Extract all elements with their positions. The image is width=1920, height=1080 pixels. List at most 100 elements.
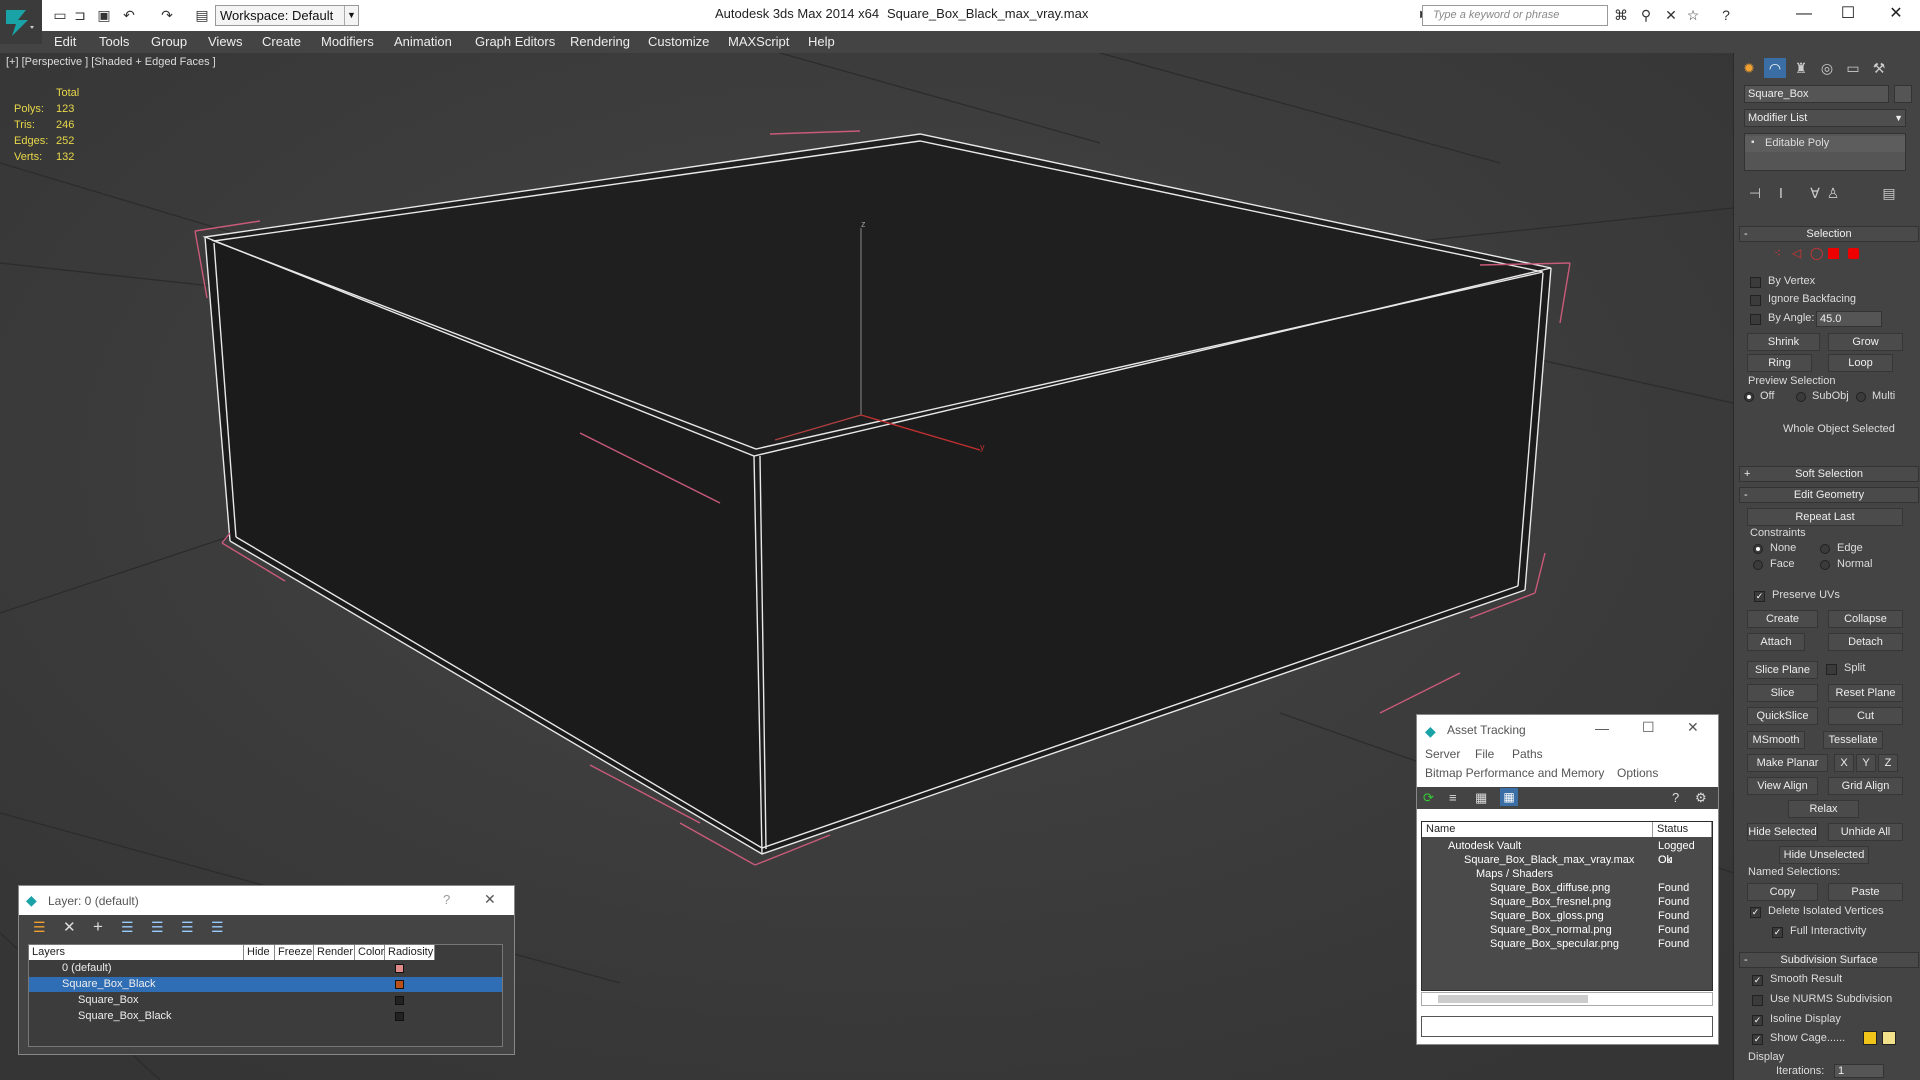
asset-menu-paths[interactable]: Paths: [1512, 747, 1543, 761]
unhide-all-button[interactable]: Unhide All: [1828, 823, 1903, 841]
grid-align-button[interactable]: Grid Align: [1828, 777, 1903, 795]
refresh-icon[interactable]: ⟳: [1423, 790, 1434, 806]
planar-z-button[interactable]: Z: [1878, 754, 1898, 772]
layer-row[interactable]: 0 (default): [29, 961, 502, 976]
ring-button[interactable]: Ring: [1747, 354, 1812, 372]
delete-layer-icon[interactable]: ✕: [63, 918, 76, 936]
maximize-icon[interactable]: ☐: [1828, 3, 1868, 27]
table-view-icon[interactable]: ▦: [1500, 788, 1518, 806]
asset-row[interactable]: Square_Box_Black_max_vray.max Ok: [1422, 853, 1712, 867]
hierarchy-tab-icon[interactable]: ♜: [1790, 58, 1812, 78]
col-radiosity-header[interactable]: Radiosity: [385, 945, 435, 960]
menu-modifiers[interactable]: Modifiers: [321, 34, 374, 49]
planar-y-button[interactable]: Y: [1856, 754, 1876, 772]
msmooth-button[interactable]: MSmooth: [1747, 731, 1805, 749]
workspace-dropdown[interactable]: Workspace: Default ▼: [215, 5, 359, 26]
col-render-header[interactable]: Render: [314, 945, 355, 960]
angle-spinner[interactable]: 45.0: [1816, 311, 1882, 327]
subscription-icon[interactable]: ⚲: [1638, 7, 1654, 23]
object-color-swatch[interactable]: [1894, 85, 1912, 103]
cut-button[interactable]: Cut: [1828, 707, 1903, 725]
new-file-icon[interactable]: ▭: [52, 7, 68, 23]
tessellate-button[interactable]: Tessellate: [1823, 731, 1883, 749]
modify-tab-icon[interactable]: ◠: [1764, 58, 1786, 78]
layer-row[interactable]: Square_Box_Black: [29, 1009, 502, 1024]
constraint-normal-radio[interactable]: [1820, 560, 1830, 570]
cage-selection-color-swatch[interactable]: [1882, 1031, 1896, 1045]
shrink-button[interactable]: Shrink: [1747, 333, 1820, 351]
undo-icon[interactable]: ↶: [121, 7, 137, 23]
new-layer-icon[interactable]: ☰: [33, 919, 46, 936]
asset-row[interactable]: Square_Box_gloss.png Found: [1422, 909, 1712, 923]
highlight-layer-icon[interactable]: ☰: [151, 919, 164, 936]
col-layers-header[interactable]: Layers: [29, 945, 244, 960]
soft-selection-rollout-header[interactable]: + Soft Selection: [1739, 466, 1919, 482]
menu-maxscript[interactable]: MAXScript: [728, 34, 789, 49]
binoculars-icon[interactable]: ⌘: [1613, 7, 1629, 23]
hide-unselected-button[interactable]: Hide Unselected: [1779, 846, 1869, 864]
scrollbar-thumb[interactable]: [1438, 995, 1588, 1003]
save-icon[interactable]: ▣: [96, 7, 112, 23]
menu-graph-editors[interactable]: Graph Editors: [475, 34, 555, 49]
freeze-all-icon[interactable]: ☰: [211, 919, 224, 936]
reset-plane-button[interactable]: Reset Plane: [1828, 684, 1903, 702]
modifier-list-dropdown[interactable]: Modifier List ▼: [1744, 109, 1906, 127]
attach-button[interactable]: Attach: [1747, 633, 1805, 651]
add-to-layer-icon[interactable]: +: [93, 917, 103, 937]
view-align-button[interactable]: View Align: [1747, 777, 1818, 795]
edge-mode-icon[interactable]: ◁: [1792, 246, 1801, 260]
constraint-face-radio[interactable]: [1753, 560, 1763, 570]
make-planar-button[interactable]: Make Planar: [1747, 754, 1828, 772]
horizontal-scrollbar[interactable]: [1421, 992, 1713, 1006]
expand-icon[interactable]: ▪: [1751, 137, 1755, 148]
menu-group[interactable]: Group: [151, 34, 187, 49]
copy-button[interactable]: Copy: [1747, 883, 1818, 901]
repeat-last-button[interactable]: Repeat Last: [1747, 508, 1903, 526]
help-icon[interactable]: ?: [443, 892, 450, 907]
layer-row[interactable]: Square_Box: [29, 993, 502, 1008]
hide-selected-button[interactable]: Hide Selected: [1747, 823, 1818, 841]
menu-views[interactable]: Views: [208, 34, 242, 49]
create-button[interactable]: Create: [1747, 610, 1818, 628]
constraint-edge-radio[interactable]: [1820, 544, 1830, 554]
menu-animation[interactable]: Animation: [394, 34, 452, 49]
layer-row-selected[interactable]: Square_Box_Black: [29, 977, 502, 992]
layer-color-swatch[interactable]: [395, 964, 404, 973]
app-logo-icon[interactable]: [0, 0, 42, 44]
isoline-display-checkbox[interactable]: ✓: [1752, 1015, 1763, 1026]
asset-path-field[interactable]: [1421, 1016, 1713, 1037]
list-view-icon[interactable]: ≡: [1449, 790, 1457, 805]
select-objects-icon[interactable]: ☰: [121, 919, 134, 936]
search-input[interactable]: Type a keyword or phrase: [1422, 5, 1608, 26]
quickslice-button[interactable]: QuickSlice: [1747, 707, 1818, 725]
by-angle-checkbox[interactable]: [1750, 314, 1761, 325]
asset-menu-file[interactable]: File: [1475, 747, 1494, 761]
asset-row[interactable]: Square_Box_specular.png Found: [1422, 937, 1712, 951]
menu-edit[interactable]: Edit: [54, 34, 76, 49]
open-file-icon[interactable]: ⊐: [72, 7, 88, 23]
constraint-none-radio[interactable]: [1753, 544, 1763, 554]
favorites-star-icon[interactable]: ☆: [1685, 7, 1701, 23]
slice-plane-button[interactable]: Slice Plane: [1747, 661, 1818, 679]
grow-button[interactable]: Grow: [1828, 333, 1903, 351]
display-tab-icon[interactable]: ▭: [1842, 58, 1864, 78]
layer-color-swatch[interactable]: [395, 996, 404, 1005]
menu-help[interactable]: Help: [808, 34, 835, 49]
by-vertex-checkbox[interactable]: [1750, 277, 1761, 288]
element-mode-icon[interactable]: [1848, 248, 1859, 259]
minimize-icon[interactable]: —: [1595, 720, 1609, 736]
polygon-mode-icon[interactable]: [1828, 248, 1839, 259]
close-icon[interactable]: ✕: [1876, 3, 1916, 27]
object-name-field[interactable]: Square_Box: [1744, 85, 1889, 103]
slice-button[interactable]: Slice: [1747, 684, 1818, 702]
asset-menu-options[interactable]: Options: [1617, 766, 1658, 780]
asset-row[interactable]: Square_Box_normal.png Found: [1422, 923, 1712, 937]
show-end-result-icon[interactable]: Ⅰ: [1770, 183, 1792, 203]
menu-customize[interactable]: Customize: [648, 34, 709, 49]
relax-button[interactable]: Relax: [1788, 800, 1859, 818]
redo-icon[interactable]: ↷: [159, 7, 175, 23]
menu-rendering[interactable]: Rendering: [570, 34, 630, 49]
communication-icon[interactable]: ✕: [1663, 7, 1679, 23]
col-name-header[interactable]: Name: [1422, 822, 1653, 837]
utilities-tab-icon[interactable]: ⚒: [1868, 58, 1890, 78]
